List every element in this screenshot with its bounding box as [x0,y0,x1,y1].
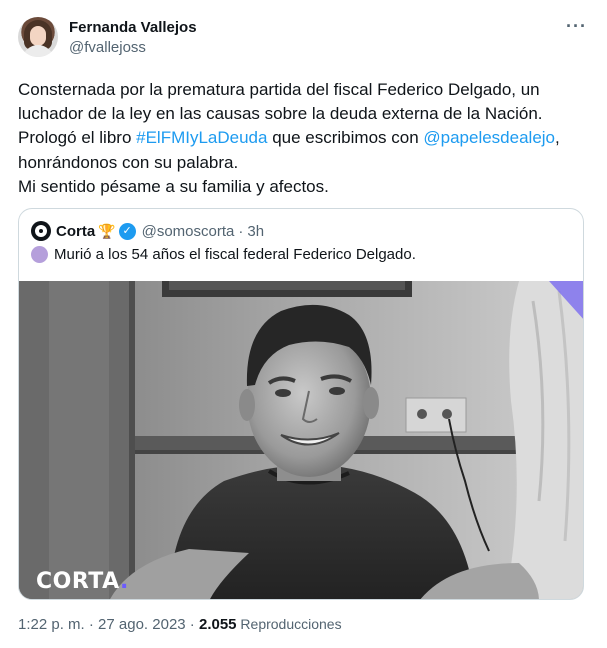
tweet-text-segment: , [555,128,560,148]
more-options-icon[interactable]: ··· [566,16,587,37]
tweet-time[interactable]: 1:22 p. m. [18,616,85,633]
views-label: Reproducciones [236,616,342,632]
views-count: 2.055 [198,616,237,633]
quoted-tweet-time[interactable]: 3h [247,223,264,240]
corta-logo-text: CORTA [36,569,121,594]
author-handle[interactable]: @fvallejoss [69,39,146,56]
avatar-face [30,26,46,46]
quoted-tweet-body: Murió a los 54 años el fiscal federal Fe… [31,246,416,263]
quoted-tweet-image[interactable]: CORTA. [19,281,583,599]
trophy-icon: 🏆 [98,222,116,239]
purple-circle-icon [31,246,48,263]
separator-dot: · [84,616,99,633]
corta-logo-dot: . [120,569,129,594]
tweet-metadata: 1:22 p. m. · 27 ago. 2023 · 2.055 Reprod… [18,616,342,633]
tweet-text-segment: Prologó el libro [18,128,137,148]
separator-dot: · [185,616,199,633]
tweet-text-segment: que escribimos con [267,128,424,148]
quoted-author-handle[interactable]: @somoscorta [142,223,235,240]
author-display-name[interactable]: Fernanda Vallejos [69,19,197,36]
tweet-card: Fernanda Vallejos @fvallejoss ··· Conste… [0,0,607,648]
tweet-line: luchador de la ley en las causas sobre l… [18,104,543,124]
mention-link[interactable]: @papelesdealejo [423,128,555,147]
tweet-text: Consternada por la prematura partida del… [18,78,593,199]
author-avatar[interactable] [18,17,58,57]
quoted-tweet[interactable]: Corta 🏆 ✓ @somoscorta · 3h Murió a los 5… [18,208,584,600]
quoted-tweet-text: Murió a los 54 años el fiscal federal Fe… [54,246,416,263]
tweet-line: Prologó el libro #ElFMIyLaDeuda que escr… [18,126,593,150]
tweet-line: Consternada por la prematura partida del… [18,80,540,99]
tweet-date[interactable]: 27 ago. 2023 [98,616,186,633]
tweet-line: honrándonos con su palabra. [18,152,239,172]
quoted-author-name[interactable]: Corta [56,223,95,240]
corta-avatar-icon[interactable] [31,221,51,241]
corta-watermark-logo: CORTA. [36,569,129,594]
verified-badge-icon: ✓ [118,222,136,240]
quoted-tweet-header: Corta 🏆 ✓ @somoscorta · 3h [31,221,264,241]
tweet-line: Mi sentido pésame a su familia y afectos… [18,176,329,196]
man-photo [19,281,583,599]
separator-dot: · [238,222,244,240]
hashtag-link[interactable]: #ElFMIyLaDeuda [136,128,267,147]
